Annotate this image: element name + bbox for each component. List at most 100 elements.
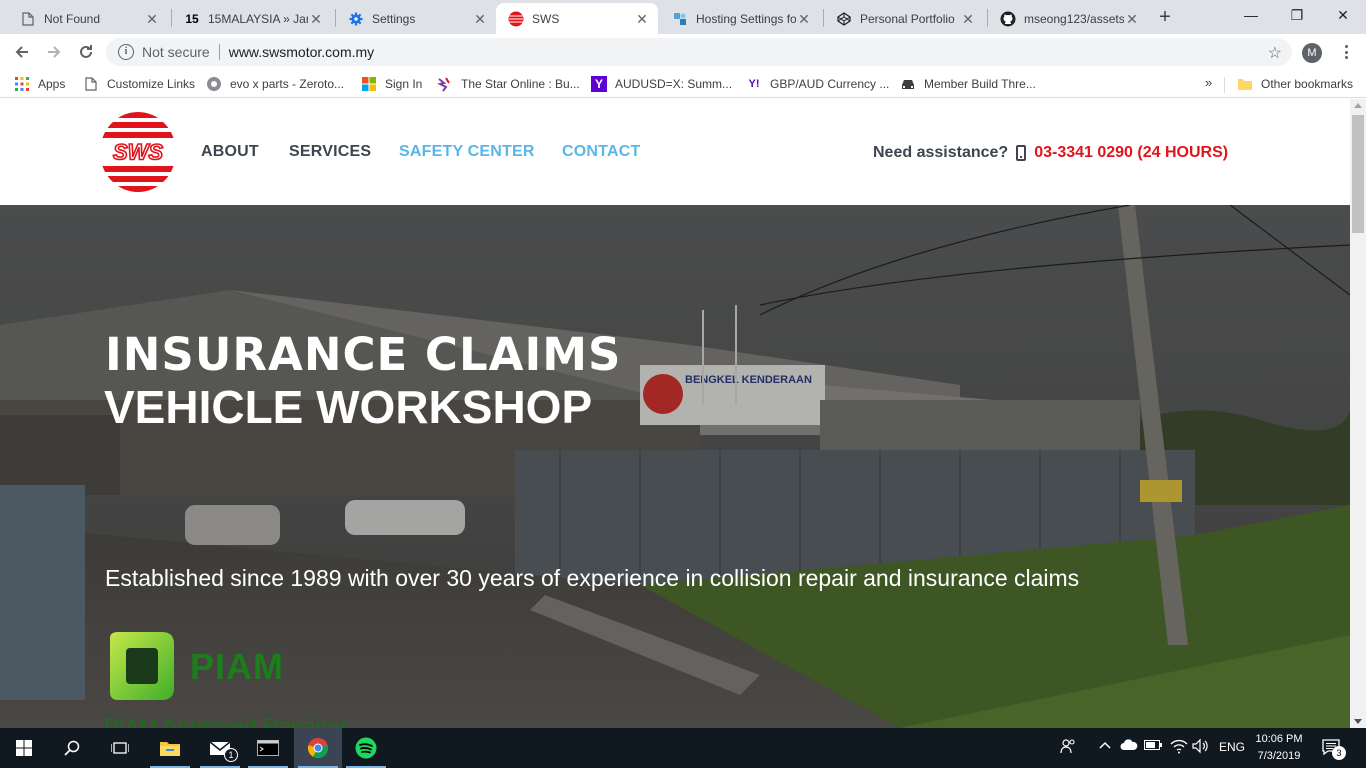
hero-subtitle: VEHICLE WORKSHOP <box>104 381 593 433</box>
spotify-icon <box>355 737 377 759</box>
yahoo-icon: Y! <box>748 78 760 90</box>
tab-close-icon[interactable]: ✕ <box>796 11 812 27</box>
tab-settings[interactable]: Settings ✕ <box>336 3 496 34</box>
url-text[interactable]: www.swsmotor.com.my <box>229 44 374 60</box>
document-icon <box>20 11 36 27</box>
bookmark-audusd[interactable]: Y AUDUSD=X: Summ... <box>591 75 732 93</box>
bookmark-label: Member Build Thre... <box>924 77 1036 91</box>
tab-close-icon[interactable]: ✕ <box>144 11 160 27</box>
tab-15malaysia[interactable]: 15 15MALAYSIA » Jan ✕ <box>172 3 332 34</box>
other-bookmarks-folder[interactable]: Other bookmarks <box>1237 75 1353 93</box>
browser-toolbar: i Not secure www.swsmotor.com.my ☆ M <box>0 34 1366 70</box>
people-icon[interactable] <box>1060 738 1076 757</box>
tab-hosting-settings[interactable]: Hosting Settings fo ✕ <box>660 3 820 34</box>
search-button[interactable] <box>48 728 96 768</box>
tab-github-assets[interactable]: mseong123/assets ✕ <box>988 3 1148 34</box>
reload-button[interactable] <box>74 40 98 64</box>
back-button[interactable] <box>10 40 34 64</box>
close-window-button[interactable]: ✕ <box>1320 0 1366 30</box>
bookmark-sign-in[interactable]: Sign In <box>361 75 422 93</box>
scroll-thumb[interactable] <box>1352 115 1364 233</box>
mail-button[interactable]: 1 <box>196 728 244 768</box>
piam-logo-icon <box>110 632 174 700</box>
github-icon <box>1000 11 1016 27</box>
maximize-button[interactable]: ❐ <box>1274 0 1320 30</box>
bookmark-customize-links[interactable]: Customize Links <box>83 75 195 93</box>
codepen-icon <box>836 11 852 27</box>
hero-banner: BENGKEL KENDERAAN INSURANCE CLAIMS VEHIC… <box>0 205 1350 728</box>
sws-logo[interactable]: SWS <box>99 111 177 193</box>
hero-title: INSURANCE CLAIMS <box>105 328 622 381</box>
bookmark-the-star[interactable]: The Star Online : Bu... <box>437 75 580 93</box>
security-label[interactable]: Not secure <box>142 44 210 60</box>
file-explorer-button[interactable] <box>146 728 194 768</box>
minimize-button[interactable]: — <box>1228 0 1274 30</box>
phone-number-link[interactable]: 03-3341 0290 (24 HOURS) <box>1034 144 1228 162</box>
site-header: SWS ABOUT SERVICES SAFETY CENTER CONTACT… <box>0 99 1350 205</box>
bookmark-gbp-aud[interactable]: Y! GBP/AUD Currency ... <box>746 75 890 93</box>
hosting-icon <box>672 11 688 27</box>
nav-services[interactable]: SERVICES <box>289 143 371 161</box>
tab-sws[interactable]: SWS ✕ <box>496 3 658 34</box>
chrome-button[interactable] <box>294 728 342 768</box>
bookmark-apps[interactable]: Apps <box>14 75 65 93</box>
sws-logo-icon <box>508 11 524 27</box>
tab-title: Hosting Settings fo <box>696 11 796 26</box>
info-icon[interactable]: i <box>118 44 134 60</box>
piam-badge: PIAM PIAM Approved Repairer <box>104 630 347 728</box>
bookmark-label: evo x parts - Zeroto... <box>230 77 345 91</box>
scroll-down-arrow-icon[interactable] <box>1354 719 1362 724</box>
bookmark-label: The Star Online : Bu... <box>461 77 580 91</box>
bookmark-label: GBP/AUD Currency ... <box>770 77 890 91</box>
nav-safety-center[interactable]: SAFETY CENTER <box>399 143 535 161</box>
tab-not-found[interactable]: Not Found ✕ <box>8 3 168 34</box>
tab-close-icon[interactable]: ✕ <box>634 11 650 27</box>
assistance-block: Need assistance? 03-3341 0290 (24 HOURS) <box>873 144 1228 162</box>
terminal-button[interactable] <box>244 728 292 768</box>
mail-badge: 1 <box>224 748 238 762</box>
onedrive-cloud-icon[interactable] <box>1120 739 1138 754</box>
tab-close-icon[interactable]: ✕ <box>472 11 488 27</box>
car-icon <box>900 76 916 92</box>
wifi-icon[interactable] <box>1170 738 1188 757</box>
forward-button[interactable] <box>42 40 66 64</box>
page-scrollbar[interactable] <box>1350 99 1366 728</box>
start-button[interactable] <box>0 728 48 768</box>
tray-overflow-chevron-icon[interactable] <box>1098 738 1112 755</box>
tab-personal-portfolio[interactable]: Personal Portfolio ✕ <box>824 3 984 34</box>
nav-contact[interactable]: CONTACT <box>562 143 640 161</box>
browser-menu-icon[interactable] <box>1338 42 1354 62</box>
tab-close-icon[interactable]: ✕ <box>960 11 976 27</box>
bookmark-evo-x-parts[interactable]: evo x parts - Zeroto... <box>206 75 344 93</box>
bookmark-star-icon[interactable]: ☆ <box>1268 43 1282 63</box>
15malaysia-logo-icon: 15 <box>185 11 199 26</box>
tab-close-icon[interactable]: ✕ <box>308 11 324 27</box>
piam-caption: PIAM Approved Repairer <box>104 714 348 728</box>
nav-about[interactable]: ABOUT <box>201 143 259 161</box>
profile-avatar[interactable]: M <box>1302 43 1322 63</box>
system-clock[interactable]: 10:06 PM 7/3/2019 <box>1251 731 1307 765</box>
file-explorer-icon <box>160 742 180 756</box>
battery-icon[interactable] <box>1144 739 1162 754</box>
input-language[interactable]: ENG <box>1219 740 1245 754</box>
tab-title: Settings <box>372 11 416 26</box>
task-view-icon <box>111 742 129 754</box>
task-view-button[interactable] <box>96 728 144 768</box>
volume-icon[interactable] <box>1192 738 1210 757</box>
scroll-up-arrow-icon[interactable] <box>1354 103 1362 108</box>
chrome-icon <box>307 738 329 759</box>
address-bar[interactable]: i Not secure www.swsmotor.com.my ☆ <box>106 38 1292 66</box>
bookmark-label: Other bookmarks <box>1261 77 1354 91</box>
forward-arrow-icon <box>48 46 61 58</box>
bookmarks-overflow-button[interactable]: » <box>1205 75 1212 90</box>
new-tab-button[interactable]: + <box>1154 6 1176 28</box>
windows-start-icon <box>16 740 32 756</box>
gear-icon <box>348 11 364 27</box>
bookmark-member-build[interactable]: Member Build Thre... <box>900 75 1036 93</box>
tab-close-icon[interactable]: ✕ <box>1124 11 1140 27</box>
search-icon <box>64 740 80 756</box>
notification-count-badge: 3 <box>1332 746 1346 760</box>
spotify-button[interactable] <box>342 728 390 768</box>
microsoft-icon <box>361 76 377 92</box>
tab-title: Personal Portfolio <box>860 11 955 26</box>
